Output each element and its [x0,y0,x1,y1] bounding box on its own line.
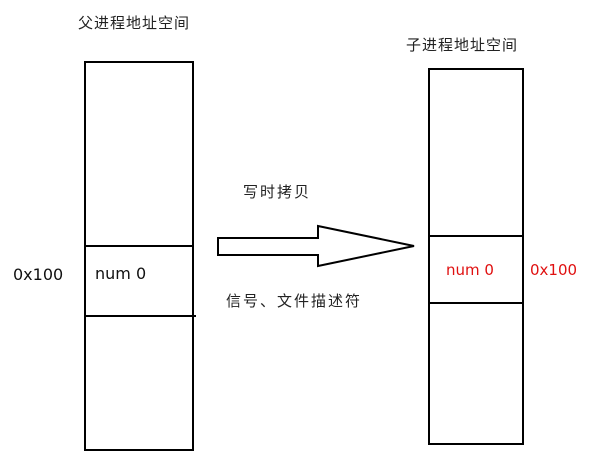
copy-arrow-icon [217,224,415,268]
signal-fd-caption: 信号、文件描述符 [226,292,363,310]
